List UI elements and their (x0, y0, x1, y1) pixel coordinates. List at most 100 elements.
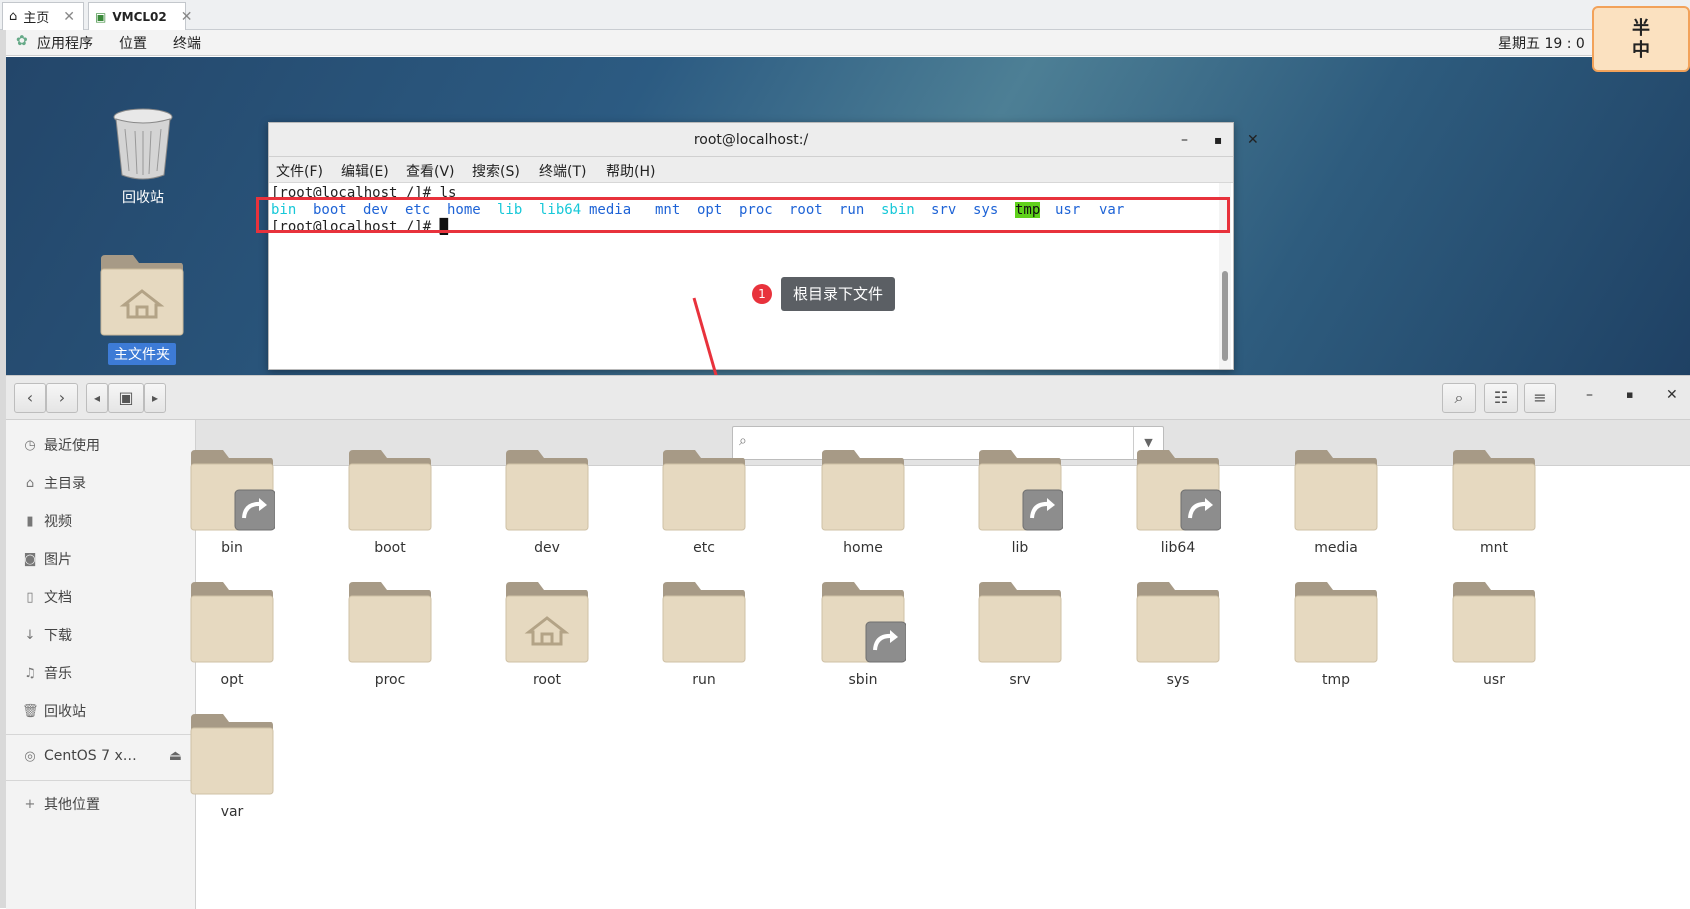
folder-icon (1276, 580, 1396, 666)
folder-icon (330, 580, 450, 666)
minimize-button[interactable]: – (1586, 387, 1593, 403)
folder-home[interactable]: home (803, 448, 923, 556)
trash-icon: 🗑 (22, 703, 39, 719)
disc-icon: ◎ (24, 748, 36, 764)
folder-label: srv (1009, 672, 1031, 688)
maximize-button[interactable]: ▪ (1626, 388, 1633, 401)
sidebar: ◷ 最近使用 ⌂ 主目录 ▮ 视频 ◙ 图片 ▯ 文档 ↓ 下载 ♫ 音乐 🗑 回收站 ◎ Cen… (6, 420, 196, 909)
sidebar-item-home[interactable]: ⌂ 主目录 (22, 473, 86, 493)
folder-tmp[interactable]: tmp (1276, 580, 1396, 688)
folder-icon (330, 448, 450, 534)
folder-label: opt (220, 672, 244, 688)
folder-lib64[interactable]: lib64 (1118, 448, 1238, 556)
hamburger-icon: ≡ (1533, 388, 1547, 407)
folder-label: home (843, 540, 883, 556)
search-input[interactable]: ⌕ ▼ (732, 426, 1164, 460)
folder-link-icon (1118, 448, 1238, 534)
folder-link-icon (960, 448, 1080, 534)
back-button[interactable]: ‹ (14, 383, 46, 413)
folder-sbin[interactable]: sbin (803, 580, 923, 688)
folder-label: media (1314, 540, 1358, 556)
sidebar-item-trash[interactable]: 🗑 回收站 (22, 701, 86, 721)
folder-icon (172, 712, 292, 798)
folder-label: bin (221, 540, 243, 556)
search-button[interactable]: ⌕ (1442, 383, 1476, 413)
sidebar-item-label: 下载 (44, 628, 72, 644)
sidebar-item-other-locations[interactable]: + 其他位置 (22, 794, 100, 814)
badge-line: 中 (1632, 40, 1650, 61)
camera-icon: ◙ (23, 551, 37, 567)
folder-link-icon (803, 580, 923, 666)
search-icon: ⌕ (1454, 388, 1464, 407)
folder-label: mnt (1480, 540, 1508, 556)
sidebar-item-label: 音乐 (44, 666, 72, 682)
folder-boot[interactable]: boot (330, 448, 450, 556)
folder-media[interactable]: media (1276, 448, 1396, 556)
path-left-button[interactable]: ◂ (86, 383, 108, 413)
folder-icon (1434, 580, 1554, 666)
folder-icon (172, 580, 292, 666)
sidebar-item-recent[interactable]: ◷ 最近使用 (22, 435, 100, 455)
sidebar-item-label: 图片 (44, 552, 72, 568)
sidebar-item-pictures[interactable]: ◙ 图片 (22, 549, 72, 569)
forward-button[interactable]: › (46, 383, 78, 413)
sidebar-item-music[interactable]: ♫ 音乐 (22, 663, 72, 683)
folder-icon (960, 580, 1080, 666)
folder-icon (1434, 448, 1554, 534)
sidebar-item-label: 回收站 (44, 704, 86, 720)
close-button[interactable]: ✕ (1666, 387, 1678, 403)
root-path-button[interactable]: ▣ (108, 383, 144, 413)
folder-etc[interactable]: etc (644, 448, 764, 556)
file-manager-window: ‹ › ◂ ▣ ▸ ⌕ ☷ ≡ – ▪ ✕ ◷ 最近使用 ⌂ 主目录 ▮ 视频 ◙ 图片… (6, 375, 1690, 909)
sidebar-item-downloads[interactable]: ↓ 下载 (22, 625, 72, 645)
folder-icon (803, 448, 923, 534)
folder-run[interactable]: run (644, 580, 764, 688)
folder-bin[interactable]: bin (172, 448, 292, 556)
folder-label: usr (1483, 672, 1505, 688)
folder-usr[interactable]: usr (1434, 580, 1554, 688)
sidebar-item-videos[interactable]: ▮ 视频 (22, 511, 72, 531)
folder-var[interactable]: var (172, 712, 292, 820)
annotation-number: 1 (752, 284, 772, 304)
plus-icon: + (24, 796, 36, 812)
folder-lib[interactable]: lib (960, 448, 1080, 556)
folder-label: sbin (848, 672, 878, 688)
folder-srv[interactable]: srv (960, 580, 1080, 688)
divider (6, 734, 196, 735)
sidebar-item-documents[interactable]: ▯ 文档 (22, 587, 72, 607)
view-toggle-button[interactable]: ☷ (1484, 383, 1518, 413)
sidebar-item-label: 文档 (44, 590, 72, 606)
folder-icon (487, 448, 607, 534)
sidebar-item-device[interactable]: ◎ CentOS 7 x… ⏏ (22, 748, 182, 764)
folder-link-icon (172, 448, 292, 534)
search-icon: ⌕ (739, 433, 747, 449)
folder-opt[interactable]: opt (172, 580, 292, 688)
sidebar-item-label: CentOS 7 x… (44, 748, 137, 764)
folder-label: etc (693, 540, 715, 556)
sidebar-item-label: 主目录 (44, 476, 86, 492)
folder-dev[interactable]: dev (487, 448, 607, 556)
document-icon: ▯ (26, 589, 34, 605)
folder-root[interactable]: root (487, 580, 607, 688)
annotation-callout: 根目录下文件 (781, 277, 895, 311)
clock-icon: ◷ (24, 437, 36, 453)
video-icon: ▮ (26, 513, 34, 529)
folder-icon (644, 448, 764, 534)
folder-label: tmp (1321, 672, 1350, 688)
folder-label: var (220, 804, 244, 820)
folder-sys[interactable]: sys (1118, 580, 1238, 688)
menu-button[interactable]: ≡ (1524, 383, 1556, 413)
sidebar-item-label: 最近使用 (44, 438, 100, 454)
sidebar-item-label: 其他位置 (44, 797, 100, 813)
music-icon: ♫ (24, 665, 36, 681)
folder-label: run (692, 672, 716, 688)
path-right-button[interactable]: ▸ (144, 383, 166, 413)
folder-proc[interactable]: proc (330, 580, 450, 688)
folder-label: boot (374, 540, 406, 556)
drive-icon: ▣ (118, 388, 134, 407)
folder-label: lib (1011, 540, 1029, 556)
download-icon: ↓ (24, 627, 36, 643)
folder-icon (644, 580, 764, 666)
folder-mnt[interactable]: mnt (1434, 448, 1554, 556)
divider (6, 780, 196, 781)
